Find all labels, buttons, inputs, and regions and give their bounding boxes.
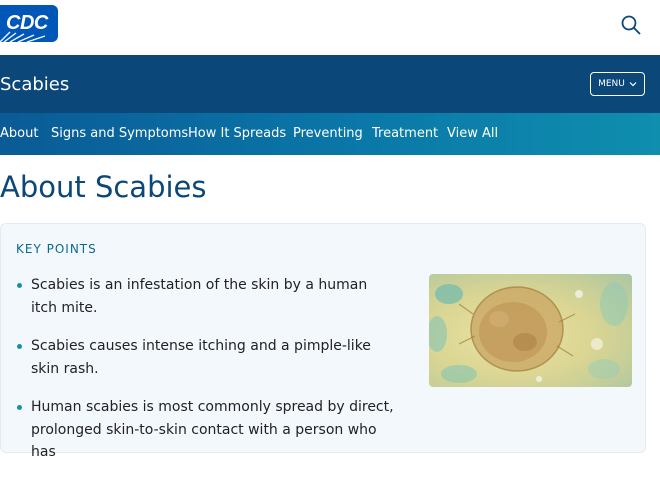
- bullet-icon: [17, 283, 22, 288]
- page-title: About Scabies: [0, 170, 207, 204]
- nav-item-signs-and-symptoms[interactable]: Signs and Symptoms: [51, 126, 188, 141]
- menu-button[interactable]: MENU: [590, 72, 645, 96]
- bullet-icon: [17, 405, 22, 410]
- top-bar: CDC: [0, 0, 660, 55]
- chevron-down-icon: [629, 82, 637, 87]
- list-item: Scabies is an infestation of the skin by…: [16, 274, 396, 319]
- bullet-icon: [17, 344, 22, 349]
- menu-label: MENU: [598, 79, 625, 89]
- nav-item-preventing[interactable]: Preventing: [293, 126, 363, 141]
- key-point-text: Human scabies is most commonly spread by…: [31, 399, 394, 460]
- site-title-bar: Scabies MENU: [0, 55, 660, 113]
- list-item: Scabies causes intense itching and a pim…: [16, 335, 396, 380]
- key-points-heading: KEY POINTS: [16, 242, 97, 256]
- key-points-list: Scabies is an infestation of the skin by…: [16, 274, 396, 480]
- mite-micrograph-icon: [429, 282, 628, 383]
- key-point-text: Scabies is an infestation of the skin by…: [31, 277, 368, 316]
- logo-text: CDC: [6, 12, 48, 34]
- nav-item-view-all[interactable]: View All: [447, 126, 498, 141]
- key-points-box: KEY POINTS Scabies is an infestation of …: [0, 223, 646, 460]
- nav-item-about[interactable]: About: [0, 126, 38, 141]
- site-title[interactable]: Scabies: [0, 74, 69, 95]
- cdc-logo[interactable]: CDC: [0, 5, 58, 42]
- nav-item-treatment[interactable]: Treatment: [372, 126, 438, 141]
- list-item: Human scabies is most commonly spread by…: [16, 396, 396, 464]
- search-icon[interactable]: [620, 14, 642, 36]
- key-point-text: Scabies causes intense itching and a pim…: [31, 338, 371, 377]
- section-nav: About Signs and Symptoms How It Spreads …: [0, 113, 660, 155]
- nav-item-how-it-spreads[interactable]: How It Spreads: [188, 126, 286, 141]
- scabies-mite-image: [429, 274, 632, 387]
